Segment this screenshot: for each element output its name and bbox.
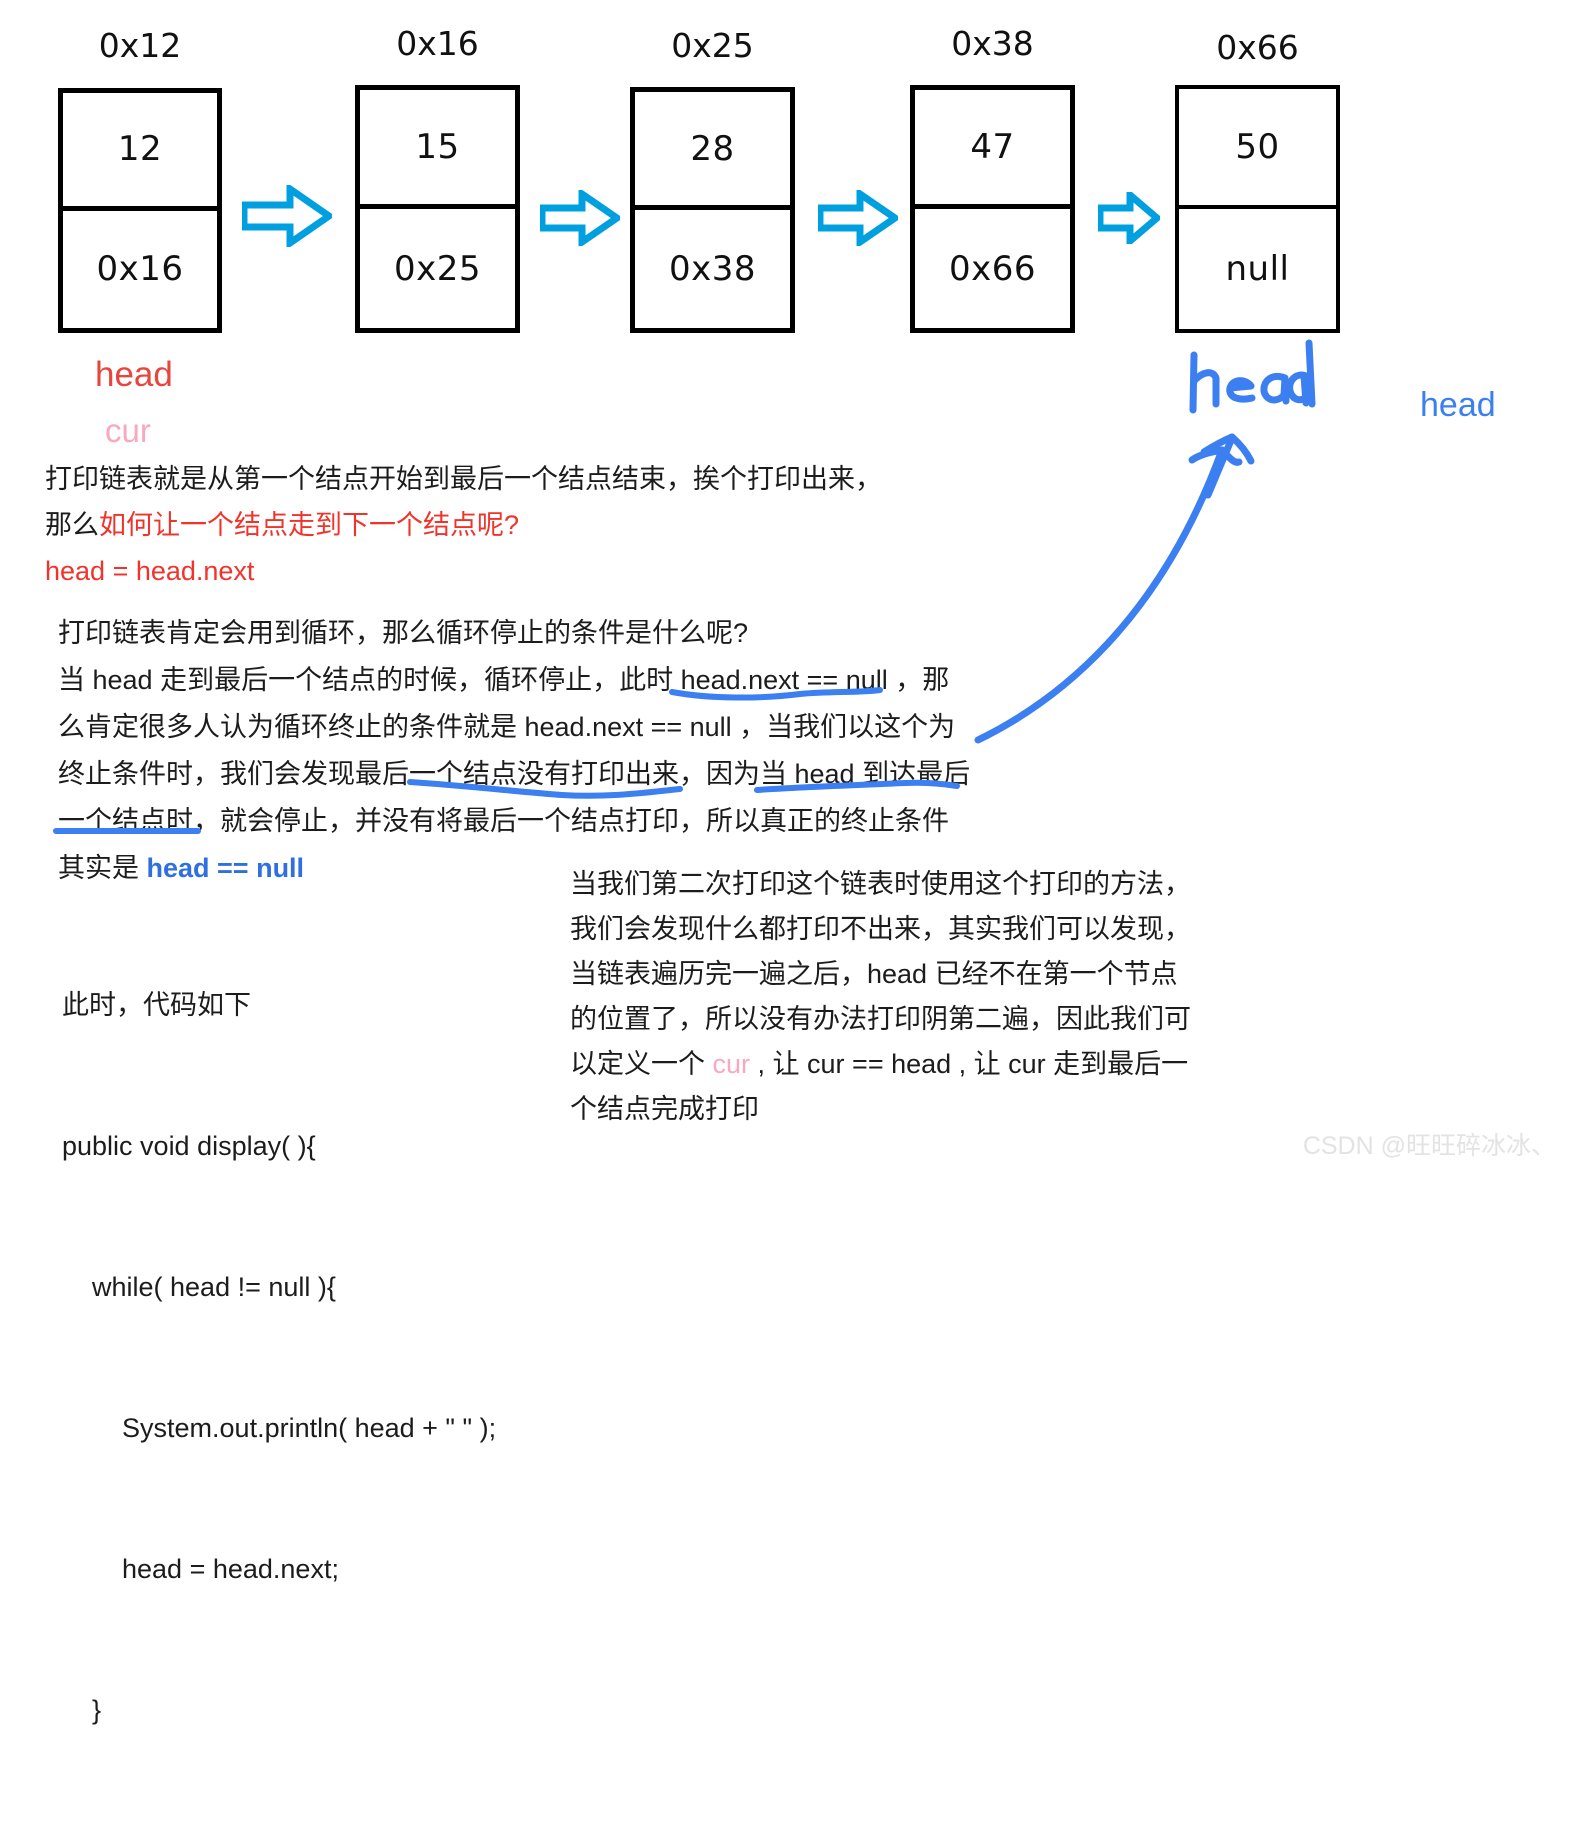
node-address-label-4: 0x66 <box>1216 28 1299 67</box>
list-node-3: 47 0x66 <box>910 85 1075 333</box>
intro-note: 打印链表就是从第一个结点开始到最后一个结点结束，挨个打印出来， 那么如何让一个结… <box>45 456 882 594</box>
right-paragraph: 当我们第二次打印这个链表时使用这个打印的方法， 我们会发现什么都打印不出来，其实… <box>570 862 1191 1132</box>
right-line-5: 以定义一个 cur , 让 cur == head , 让 cur 走到最后一 <box>570 1042 1191 1087</box>
head-pointer-label-blue: head <box>1420 386 1496 424</box>
list-node-2: 28 0x38 <box>630 87 795 333</box>
code-caption: 此时，代码如下 <box>62 990 251 1020</box>
intro-line-2-red: 如何让一个结点走到下一个结点呢? <box>99 510 520 540</box>
body-line-6-blue: head == null <box>146 853 305 883</box>
node-next-2: 0x38 <box>668 249 757 289</box>
intro-line-3: head = head.next <box>45 556 255 586</box>
right-line-6: 个结点完成打印 <box>570 1094 759 1124</box>
body-note: 打印链表肯定会用到循环，那么循环停止的条件是什么呢? 当 head 走到最后一个… <box>58 610 970 892</box>
handwritten-head-text <box>1189 339 1316 414</box>
node-address-label-0: 0x12 <box>98 26 182 65</box>
code-line-2: System.out.println( head + " " ); <box>62 1413 497 1443</box>
right-line-1: 当我们第二次打印这个链表时使用这个打印的方法， <box>570 869 1191 899</box>
right-arrow-icon-2 <box>818 190 898 246</box>
code-line-4: } <box>62 1695 102 1725</box>
right-arrow-icon-1 <box>540 190 620 246</box>
right-line-5-b: , 让 cur == head , 让 cur 走到最后一 <box>750 1049 1189 1079</box>
node-value-0: 12 <box>63 93 217 211</box>
node-address-label-2: 0x25 <box>671 26 754 65</box>
node-value-4: 50 <box>1179 89 1336 209</box>
node-address-label-1: 0x16 <box>396 24 479 63</box>
node-value-2: 28 <box>635 92 790 210</box>
list-node-0: 12 0x16 <box>58 88 222 333</box>
body-line-6-prefix: 其实是 <box>58 853 147 883</box>
right-line-4: 的位置了，所以没有办法打印阴第二遍，因此我们可 <box>570 1004 1191 1034</box>
node-address-label-3: 0x38 <box>951 24 1034 63</box>
right-line-3: 当链表遍历完一遍之后，head 已经不在第一个节点 <box>570 959 1178 989</box>
diagram-canvas: 0x12 0x16 0x25 0x38 0x66 12 0x16 15 0x25… <box>0 0 1570 1725</box>
right-line-2: 我们会发现什么都打印不出来，其实我们可以发现， <box>570 914 1191 944</box>
handwritten-long-arrow <box>974 446 1243 744</box>
right-arrow-icon-0 <box>242 185 332 247</box>
intro-line-2: 那么如何让一个结点走到下一个结点呢? <box>45 502 882 548</box>
node-next-4: null <box>1225 249 1290 289</box>
list-node-4: 50 null <box>1175 85 1340 333</box>
node-next-3: 0x66 <box>948 248 1037 289</box>
csdn-watermark: CSDN @旺旺碎冰冰、 <box>1302 1132 1556 1160</box>
body-line-3: 么肯定很多人认为循环终止的条件就是 head.next == null ，当我们… <box>58 712 956 742</box>
intro-line-1: 打印链表就是从第一个结点开始到最后一个结点结束，挨个打印出来， <box>45 464 882 494</box>
intro-line-2-prefix: 那么 <box>45 510 99 540</box>
code-line-0: public void display( ){ <box>62 1131 316 1161</box>
list-node-1: 15 0x25 <box>355 85 520 333</box>
code-line-3: head = head.next; <box>62 1554 339 1584</box>
node-value-1: 15 <box>360 90 515 209</box>
body-line-4: 终止条件时，我们会发现最后一个结点没有打印出来，因为当 head 到达最后 <box>58 759 971 789</box>
right-line-5-a: 以定义一个 <box>570 1049 713 1079</box>
node-next-0: 0x16 <box>96 249 184 290</box>
body-line-2: 当 head 走到最后一个结点的时候，循环停止，此时 head.next == … <box>58 665 950 695</box>
cur-pointer-label: cur <box>105 412 151 449</box>
body-line-1: 打印链表肯定会用到循环，那么循环停止的条件是什么呢? <box>58 618 749 648</box>
handwritten-short-arrow <box>1200 433 1255 499</box>
code-block: 此时，代码如下 public void display( ){ while( h… <box>62 888 496 1828</box>
right-line-5-cur: cur <box>712 1049 751 1079</box>
code-line-1: while( head != null ){ <box>62 1272 336 1302</box>
node-value-3: 47 <box>915 90 1070 209</box>
head-pointer-label: head <box>95 355 173 394</box>
right-arrow-icon-3 <box>1098 192 1160 244</box>
body-line-5: 一个结点时，就会停止，并没有将最后一个结点打印，所以真正的终止条件 <box>58 806 949 836</box>
node-next-1: 0x25 <box>393 248 482 289</box>
